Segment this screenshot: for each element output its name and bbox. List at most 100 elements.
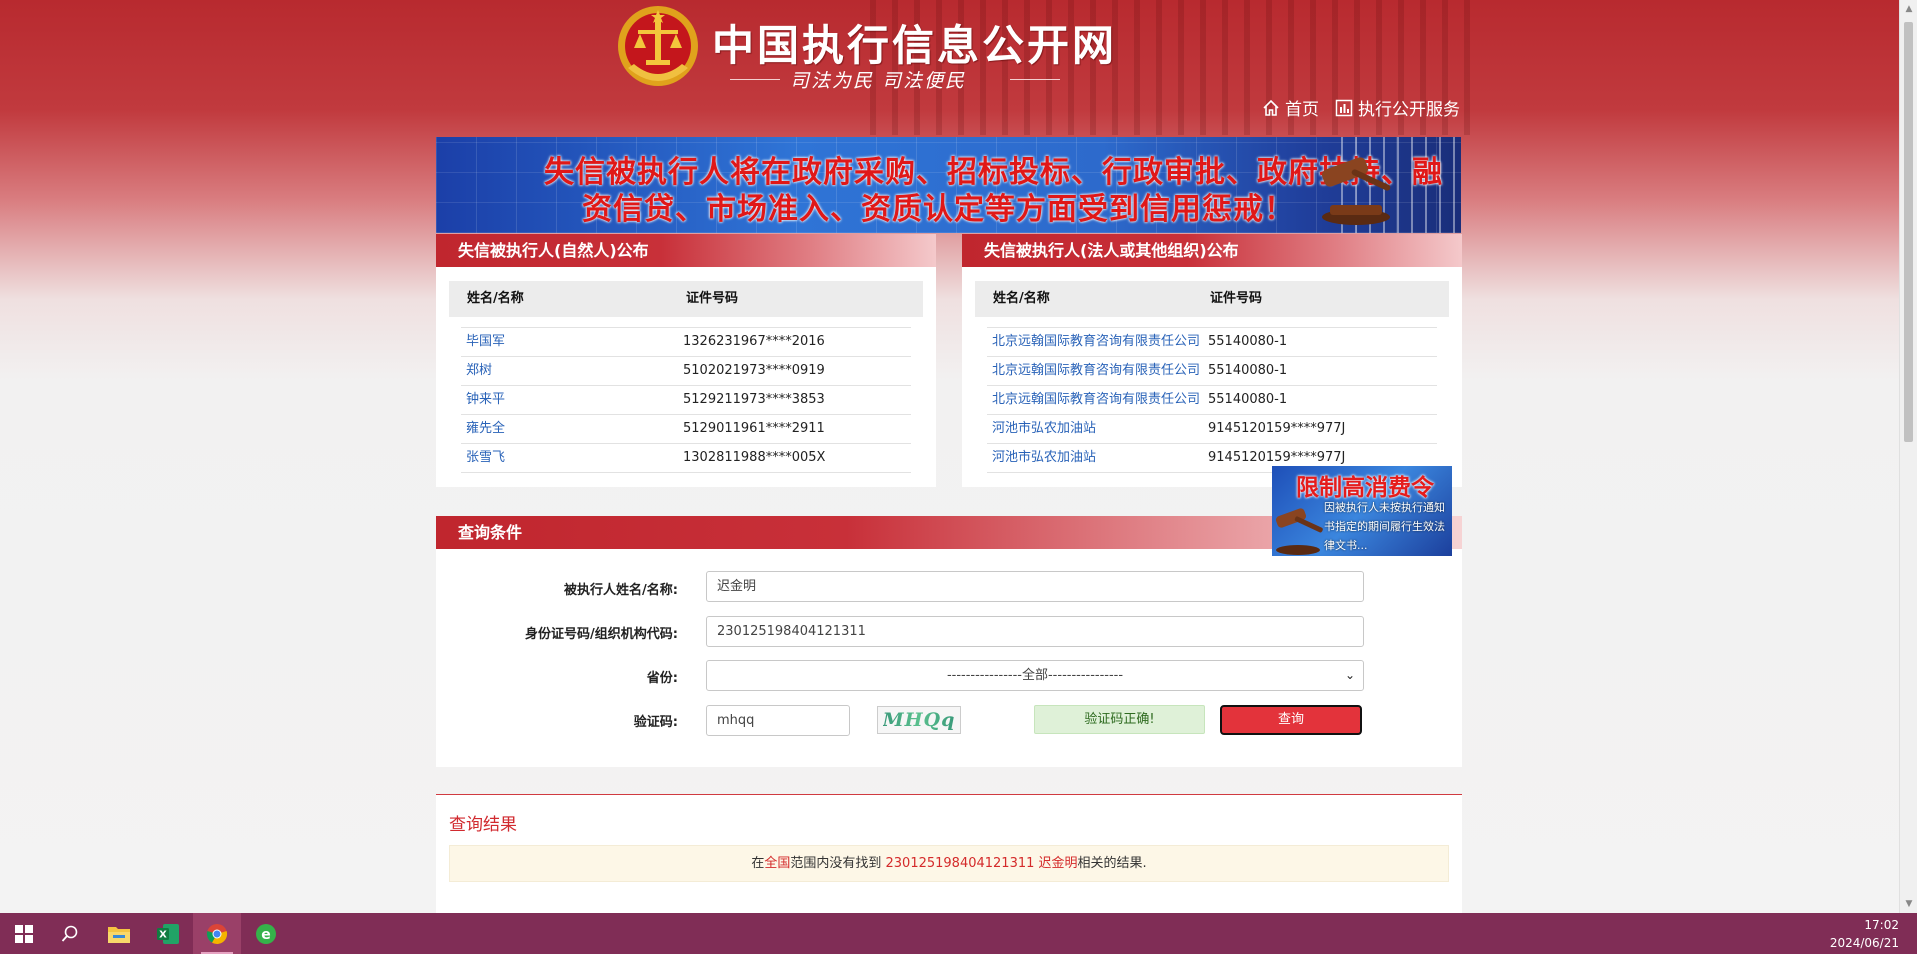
slogan-divider <box>1010 79 1060 80</box>
person-id: 1326231967****2016 <box>683 334 825 349</box>
gavel-icon <box>1321 157 1391 225</box>
start-button[interactable] <box>0 913 48 954</box>
browser-viewport: 中国执行信息公开网 司法为民 司法便民 首页 执行公开服务 失信被执行人将在政府… <box>0 0 1899 913</box>
table-row: 北京远翰国际教育咨询有限责任公司 55140080-1 <box>987 356 1437 385</box>
table-row: 北京远翰国际教育咨询有限责任公司 55140080-1 <box>987 385 1437 414</box>
vertical-scrollbar[interactable]: ▲ ▼ <box>1899 0 1917 913</box>
person-name-link[interactable]: 张雪飞 <box>466 444 505 472</box>
table-row: 北京远翰国际教育咨询有限责任公司 55140080-1 <box>987 327 1437 356</box>
entity-name-link[interactable]: 北京远翰国际教育咨询有限责任公司 <box>992 357 1200 385</box>
entity-id: 55140080-1 <box>1208 392 1288 407</box>
svg-text:X: X <box>159 929 167 940</box>
nav-home-label: 首页 <box>1285 100 1319 120</box>
legal-panel-header: 失信被执行人(法人或其他组织)公布 <box>962 234 1462 267</box>
person-name-link[interactable]: 钟来平 <box>466 386 505 414</box>
msg-suffix: 相关的结果. <box>1077 856 1147 871</box>
entity-name-link[interactable]: 河池市弘农加油站 <box>992 444 1096 472</box>
captcha-text: MHQq <box>882 709 956 731</box>
court-emblem-icon <box>618 6 698 86</box>
nav-execution-service[interactable]: 执行公开服务 <box>1335 95 1460 120</box>
bar-chart-icon <box>1335 99 1353 116</box>
promo-description: 因被执行人未按执行通知书指定的期间履行生效法律文书... <box>1324 501 1445 552</box>
windows-taskbar: X e 17:02 2024/06/21 <box>0 913 1917 954</box>
scroll-up-icon[interactable]: ▲ <box>1900 0 1917 18</box>
natural-person-panel: 失信被执行人(自然人)公布 姓名/名称 证件号码 毕国军 1326231967**… <box>436 234 936 487</box>
system-clock[interactable]: 17:02 2024/06/21 <box>1830 916 1899 952</box>
msg-scope: 全国 <box>764 856 791 871</box>
table-row: 雍先全 5129011961****2911 <box>461 414 911 443</box>
chrome-icon <box>206 923 228 944</box>
excel-icon: X <box>157 923 179 944</box>
table-row: 钟来平 5129211973****3853 <box>461 385 911 414</box>
col-id-header: 证件号码 <box>686 291 739 306</box>
person-id: 5102021973****0919 <box>683 363 825 378</box>
taskbar-search[interactable] <box>46 913 94 954</box>
captcha-input[interactable]: mhqq <box>706 705 850 736</box>
person-name-link[interactable]: 毕国军 <box>466 328 505 356</box>
captcha-image[interactable]: MHQq <box>877 706 961 734</box>
col-name-header: 姓名/名称 <box>993 291 1050 306</box>
windows-start-icon <box>15 924 33 943</box>
chevron-down-icon: ⌄ <box>1344 668 1355 682</box>
legal-table-header: 姓名/名称 证件号码 <box>975 281 1449 317</box>
id-number-input[interactable]: 230125198404121311 <box>706 616 1364 647</box>
person-name-link[interactable]: 雍先全 <box>466 415 505 443</box>
promo-title: 限制高消费令 <box>1296 475 1434 501</box>
entity-name-link[interactable]: 河池市弘农加油站 <box>992 415 1096 443</box>
natural-table-body: 毕国军 1326231967****2016 郑树 5102021973****09… <box>461 327 911 473</box>
table-row: 毕国军 1326231967****2016 <box>461 327 911 356</box>
msg-id: 230125198404121311 <box>885 856 1035 871</box>
results-message: 在全国范围内没有找到 230125198404121311 迟金明相关的结果. <box>449 845 1449 882</box>
consumption-restriction-ad[interactable]: 限制高消费令 因被执行人未按执行通知书指定的期间履行生效法律文书... <box>1272 466 1452 556</box>
person-id: 5129211973****3853 <box>683 392 825 407</box>
top-nav: 首页 执行公开服务 <box>1262 95 1460 120</box>
msg-prefix: 在 <box>751 856 765 871</box>
home-icon <box>1263 99 1279 116</box>
slogan-divider <box>730 79 780 80</box>
col-name-header: 姓名/名称 <box>467 291 524 306</box>
province-selected-value: ----------------全部---------------- <box>946 668 1124 683</box>
entity-name-link[interactable]: 北京远翰国际教育咨询有限责任公司 <box>992 328 1200 356</box>
search-icon <box>61 925 78 942</box>
entity-id: 9145120159****977J <box>1208 421 1346 436</box>
entity-id: 55140080-1 <box>1208 334 1288 349</box>
province-select[interactable]: ----------------全部---------------- ⌄ <box>706 660 1364 691</box>
taskbar-chrome[interactable] <box>193 913 241 954</box>
nav-execution-service-label: 执行公开服务 <box>1358 100 1460 120</box>
svg-text:e: e <box>261 927 271 943</box>
table-row: 河池市弘农加油站 9145120159****977J <box>987 414 1437 443</box>
table-row: 郑树 5102021973****0919 <box>461 356 911 385</box>
province-label: 省份: <box>646 671 678 686</box>
clock-date: 2024/06/21 <box>1829 936 1899 950</box>
person-id: 5129011961****2911 <box>683 421 825 436</box>
msg-mid: 范围内没有找到 <box>790 856 886 871</box>
name-input[interactable]: 迟金明 <box>706 571 1364 602</box>
entity-name-link[interactable]: 北京远翰国际教育咨询有限责任公司 <box>992 386 1200 414</box>
name-label: 被执行人姓名/名称: <box>564 583 678 598</box>
taskbar-browser-e[interactable]: e <box>242 913 290 954</box>
col-id-header: 证件号码 <box>1210 291 1263 306</box>
entity-id: 55140080-1 <box>1208 363 1288 378</box>
search-button[interactable]: 查询 <box>1220 705 1362 735</box>
credit-warning-banner[interactable]: 失信被执行人将在政府采购、招标投标、行政审批、政府扶持、融 资信贷、市场准入、资… <box>436 137 1461 233</box>
browser-e-icon: e <box>256 923 276 944</box>
legal-entity-panel: 失信被执行人(法人或其他组织)公布 姓名/名称 证件号码 北京远翰国际教育咨询有… <box>962 234 1462 487</box>
msg-name: 迟金明 <box>1034 856 1078 871</box>
results-section: 查询结果 在全国范围内没有找到 230125198404121311 迟金明相关… <box>436 794 1462 913</box>
clock-time: 17:02 <box>1864 918 1899 932</box>
scroll-down-icon[interactable]: ▼ <box>1900 895 1917 913</box>
query-title: 查询条件 <box>458 523 523 542</box>
natural-table-header: 姓名/名称 证件号码 <box>449 281 923 317</box>
legal-panel-title: 失信被执行人(法人或其他组织)公布 <box>984 241 1239 260</box>
person-id: 1302811988****005X <box>683 450 826 465</box>
taskbar-excel[interactable]: X <box>144 913 192 954</box>
results-title: 查询结果 <box>449 815 517 835</box>
scrollbar-thumb[interactable] <box>1904 22 1913 442</box>
nav-home[interactable]: 首页 <box>1262 95 1319 120</box>
captcha-status-badge: 验证码正确! <box>1034 705 1205 734</box>
person-name-link[interactable]: 郑树 <box>466 357 492 385</box>
taskbar-file-explorer[interactable] <box>95 913 143 954</box>
natural-panel-title: 失信被执行人(自然人)公布 <box>458 241 649 260</box>
banner-line-2: 资信贷、市场准入、资质认定等方面受到信用惩戒！ <box>582 192 1295 227</box>
table-row: 张雪飞 1302811988****005X <box>461 443 911 473</box>
